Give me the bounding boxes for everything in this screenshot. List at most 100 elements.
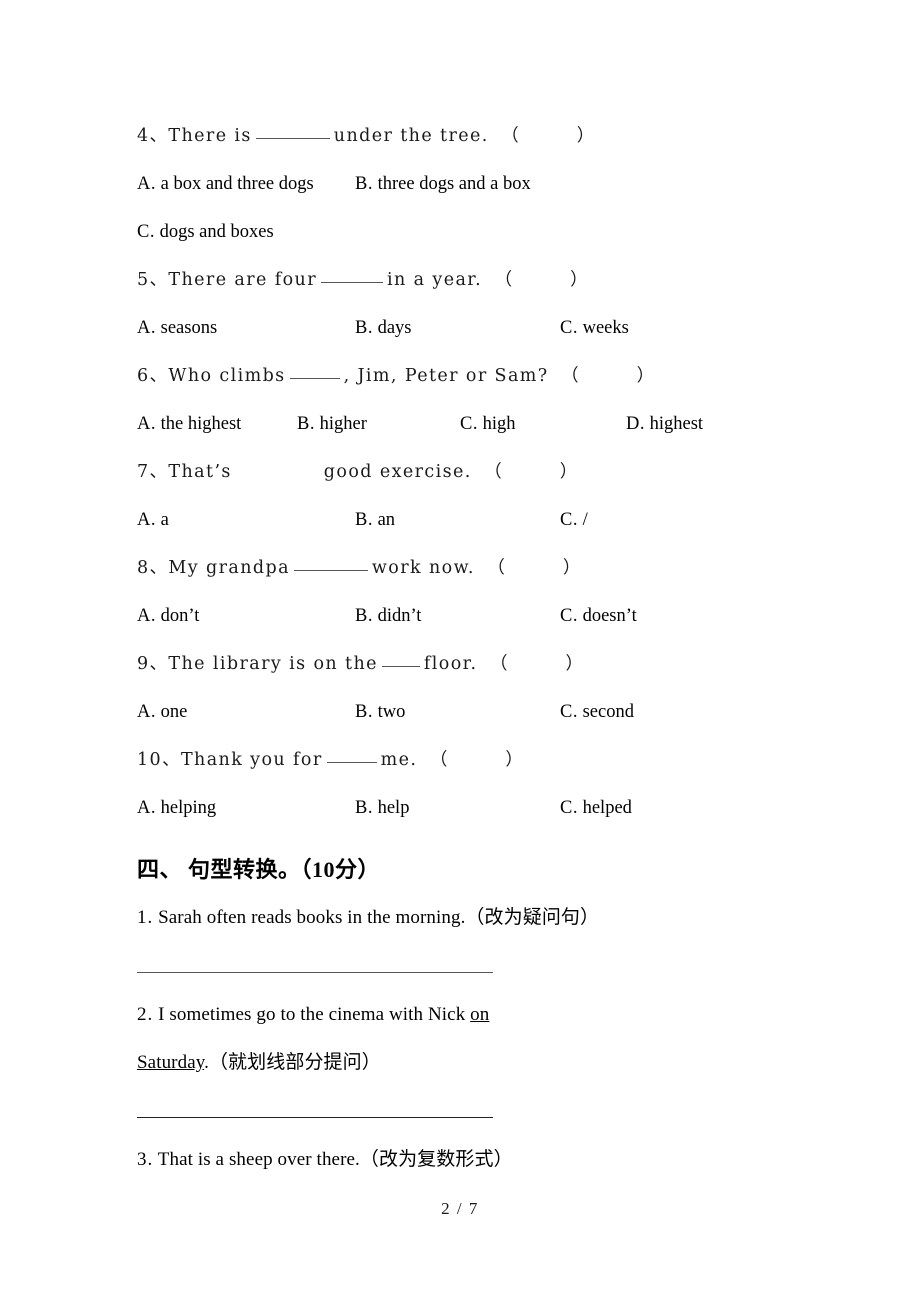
page-content: 4、There is under the tree. （） A. a box an…: [137, 112, 787, 1184]
option-4-b-text: three dogs and a box: [377, 174, 531, 194]
option-row-4a: A. a box and three dogs B. three dogs an…: [137, 160, 787, 208]
transform-item-2-number: 2.: [137, 1004, 154, 1025]
option-4-c-text: dogs and boxes: [159, 222, 274, 242]
question-blank-9: [381, 653, 420, 667]
option-8-a-label: A.: [137, 606, 156, 626]
option-5-c[interactable]: C. weeks: [560, 304, 629, 352]
option-8-a-text: don’t: [160, 606, 200, 626]
option-8-b-text: didn’t: [377, 606, 422, 626]
question-stem-7-post: good exercise.: [323, 462, 472, 482]
option-5-c-text: weeks: [582, 318, 629, 338]
question-stem-9-pre: 9、The library is on the: [137, 654, 378, 674]
option-6-b[interactable]: B. higher: [297, 400, 367, 448]
option-6-a-label: A.: [137, 414, 156, 434]
option-4-a-label: A.: [137, 174, 156, 194]
option-10-c[interactable]: C. helped: [560, 784, 632, 832]
option-5-b-text: days: [377, 318, 412, 338]
answer-bracket-5[interactable]: （）: [489, 270, 588, 290]
option-9-c-label: C.: [560, 702, 578, 722]
transform-item-2-underlined-part1: on: [470, 1004, 490, 1025]
page-number-footer: 2 / 7: [441, 1199, 479, 1218]
option-7-a-label: A.: [137, 510, 156, 530]
transform-item-2-line1-pre: I sometimes go to the cinema with Nick: [158, 1004, 471, 1025]
option-6-c-label: C.: [460, 414, 478, 434]
option-5-b[interactable]: B. days: [355, 304, 412, 352]
option-9-c[interactable]: C. second: [560, 688, 634, 736]
transform-item-1-number: 1.: [137, 907, 154, 928]
option-8-b[interactable]: B. didn’t: [355, 592, 421, 640]
option-4-c-label: C.: [137, 222, 155, 242]
transform-item-2-line2: Saturday.（就划线部分提问）: [137, 1039, 787, 1087]
answer-bracket-6[interactable]: （）: [556, 366, 654, 386]
question-blank-8: [293, 557, 368, 571]
question-stem-4: 4、There is under the tree. （）: [137, 112, 787, 160]
transform-item-3-text: That is a sheep over there.（改为复数形式）: [157, 1149, 513, 1170]
option-row-10: A. helping B. help C. helped: [137, 784, 787, 832]
option-8-c[interactable]: C. doesn’t: [560, 592, 637, 640]
option-5-c-label: C.: [560, 318, 578, 338]
option-5-a[interactable]: A. seasons: [137, 304, 217, 352]
option-9-b-label: B.: [355, 702, 373, 722]
option-6-a[interactable]: A. the highest: [137, 400, 241, 448]
answer-bracket-8[interactable]: （）: [482, 558, 580, 578]
option-4-c[interactable]: C. dogs and boxes: [137, 208, 274, 256]
option-10-b[interactable]: B. help: [355, 784, 409, 832]
option-6-c-text: high: [482, 414, 516, 434]
option-8-a[interactable]: A. don’t: [137, 592, 199, 640]
option-7-b-label: B.: [355, 510, 373, 530]
option-7-a[interactable]: A. a: [137, 496, 169, 544]
option-10-a-text: helping: [160, 798, 217, 818]
option-4-a[interactable]: A. a box and three dogs: [137, 160, 314, 208]
option-10-a[interactable]: A. helping: [137, 784, 216, 832]
question-blank-10: [326, 749, 377, 763]
option-row-9: A. one B. two C. second: [137, 688, 787, 736]
answer-line-1[interactable]: [137, 972, 493, 973]
option-9-b[interactable]: B. two: [355, 688, 405, 736]
question-stem-5-post: in a year.: [387, 270, 483, 290]
option-9-c-text: second: [582, 702, 634, 722]
option-8-c-label: C.: [560, 606, 578, 626]
question-stem-6-pre: 6、Who climbs: [137, 366, 286, 386]
question-stem-4-pre: 4、There is: [137, 126, 252, 146]
answer-bracket-9[interactable]: （）: [484, 654, 583, 674]
option-9-a-text: one: [160, 702, 188, 722]
transform-item-1: 1. Sarah often reads books in the mornin…: [137, 894, 787, 942]
question-stem-7-pre: 7、That’s: [137, 462, 232, 482]
option-7-c[interactable]: C. /: [560, 496, 588, 544]
question-stem-8-pre: 8、My grandpa: [137, 558, 290, 578]
option-6-d[interactable]: D. highest: [626, 400, 703, 448]
transform-item-1-text: Sarah often reads books in the morning.（…: [158, 907, 600, 928]
option-7-a-text: a: [160, 510, 169, 530]
option-10-c-text: helped: [582, 798, 632, 818]
option-6-b-label: B.: [297, 414, 315, 434]
option-9-a[interactable]: A. one: [137, 688, 187, 736]
section-heading-four: 四、 句型转换。（10分）: [137, 857, 381, 882]
option-6-c[interactable]: C. high: [460, 400, 515, 448]
question-stem-10-post: me.: [380, 750, 418, 770]
option-row-5: A. seasons B. days C. weeks: [137, 304, 787, 352]
option-5-a-text: seasons: [160, 318, 218, 338]
question-stem-10: 10、Thank you for me. （）: [137, 736, 787, 784]
question-stem-9-post: floor.: [423, 654, 478, 674]
option-6-d-label: D.: [626, 414, 645, 434]
question-stem-4-post: under the tree.: [333, 126, 489, 146]
option-7-c-text: /: [582, 510, 588, 530]
option-5-b-label: B.: [355, 318, 373, 338]
option-7-b[interactable]: B. an: [355, 496, 395, 544]
question-stem-5-pre: 5、There are four: [137, 270, 317, 290]
answer-line-2[interactable]: [137, 1117, 493, 1118]
option-6-b-text: higher: [319, 414, 367, 434]
question-blank-6: [289, 365, 340, 379]
option-row-6: A. the highest B. higher C. high D. high…: [137, 400, 787, 448]
question-stem-10-pre: 10、Thank you for: [137, 750, 323, 770]
answer-bracket-7[interactable]: （）: [479, 462, 577, 482]
option-row-8: A. don’t B. didn’t C. doesn’t: [137, 592, 787, 640]
option-10-a-label: A.: [137, 798, 156, 818]
option-6-d-text: highest: [649, 414, 704, 434]
question-stem-9: 9、The library is on the floor. （）: [137, 640, 787, 688]
question-stem-8-post: work now.: [371, 558, 475, 578]
option-4-b[interactable]: B. three dogs and a box: [355, 160, 531, 208]
answer-bracket-10[interactable]: （）: [424, 750, 523, 770]
option-4-a-text: a box and three dogs: [160, 174, 314, 194]
answer-bracket-4[interactable]: （）: [496, 126, 594, 146]
